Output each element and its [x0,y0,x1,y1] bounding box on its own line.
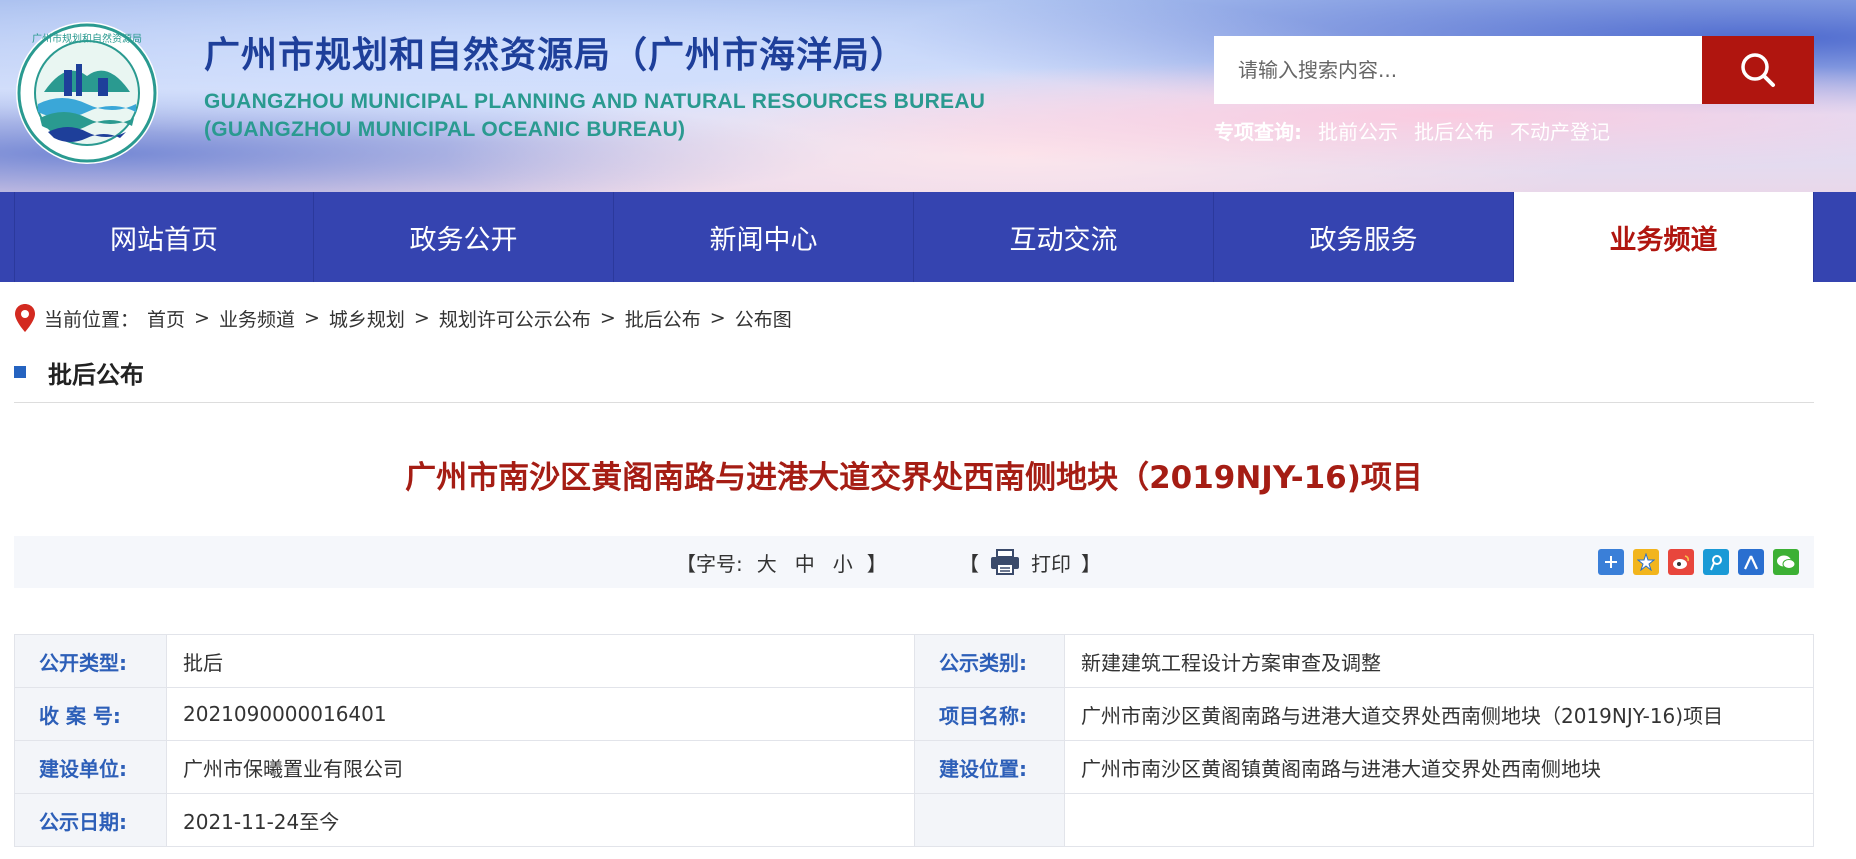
nav-item-news-center[interactable]: 新闻中心 [614,192,914,282]
breadcrumb-publication-map[interactable]: 公布图 [735,305,792,332]
print-label: 打印 [1031,551,1071,576]
value-construction-location: 广州市南沙区黄阁镇黄阁南路与进港大道交界处西南侧地块 [1064,740,1814,794]
label-case-number: 收 案 号: [14,687,167,741]
font-size-large[interactable]: 大 [757,548,777,577]
breadcrumb-separator: > [709,307,726,329]
svg-text:广州市规划和自然资源局: 广州市规划和自然资源局 [32,32,142,45]
breadcrumb-home[interactable]: 首页 [147,305,185,332]
weibo-icon[interactable] [1668,549,1694,575]
divider [14,402,1814,403]
breadcrumb-separator: > [599,307,616,329]
article-title: 广州市南沙区黄阁南路与进港大道交界处西南侧地块（2019NJY-16)项目 [405,460,1423,496]
search-button[interactable] [1702,36,1814,104]
value-publicity-category: 新建建筑工程设计方案审查及调整 [1064,634,1814,688]
bureau-logo-icon[interactable]: 广州市规划和自然资源局 [14,20,160,166]
table-row: 公开类型: 批后 公示类别: 新建建筑工程设计方案审查及调整 [14,634,1814,688]
font-size-close-bracket: 】 [866,551,887,576]
breadcrumb-post-publication[interactable]: 批后公布 [625,305,701,332]
share-bar [1598,549,1799,575]
breadcrumb-separator: > [194,307,210,329]
search-input[interactable] [1214,36,1702,104]
value-construction-unit: 广州市保曦置业有限公司 [166,740,915,794]
font-size-label: 【字号: [676,551,743,576]
label-empty [914,793,1065,847]
breadcrumb-separator: > [413,307,430,329]
more-share-icon[interactable] [1598,549,1624,575]
print-open-bracket: 【 [959,551,979,576]
site-title-en-line1: GUANGZHOU MUNICIPAL PLANNING AND NATURAL… [204,90,986,113]
article-toolbar: 【字号: 大 中 小 】 【 打印 】 [14,536,1814,588]
font-size-control: 【字号: 大 中 小 】 [676,536,887,588]
breadcrumb-separator: > [303,307,320,329]
nav-item-government-services[interactable]: 政务服务 [1214,192,1514,282]
font-size-small[interactable]: 小 [833,548,853,577]
project-info-table: 公开类型: 批后 公示类别: 新建建筑工程设计方案审查及调整 收 案 号: 20… [14,634,1814,847]
site-title: 广州市规划和自然资源局（广州市海洋局） [204,35,908,76]
label-publicity-date: 公示日期: [14,793,167,847]
site-title-en: GUANGZHOU MUNICIPAL PLANNING AND NATURAL… [204,88,985,144]
printer-icon [991,549,1019,575]
value-disclosure-type: 批后 [166,634,915,688]
section-title: 批后公布 [48,360,144,389]
breadcrumb-urban-rural-planning[interactable]: 城乡规划 [329,305,405,332]
quick-link-post-publication[interactable]: 批后公布 [1414,116,1494,145]
site-header: 广州市规划和自然资源局 广州市规划和自然资源局（广州市海洋局） GUANGZHO… [0,0,1856,192]
quick-link-real-estate[interactable]: 不动产登记 [1510,116,1610,145]
wechat-icon[interactable] [1773,549,1799,575]
font-size-medium[interactable]: 中 [795,548,815,577]
table-row: 建设单位: 广州市保曦置业有限公司 建设位置: 广州市南沙区黄阁镇黄阁南路与进港… [14,740,1814,794]
print-button[interactable]: 【 打印 】 [959,536,1101,588]
print-close-bracket: 】 [1081,551,1101,576]
breadcrumb-prefix: 当前位置： [44,308,140,331]
search-icon [1741,53,1775,87]
value-publicity-date: 2021-11-24至今 [166,793,915,847]
renren-icon[interactable] [1738,549,1764,575]
nav-item-government-affairs[interactable]: 政务公开 [314,192,614,282]
label-construction-unit: 建设单位: [14,740,167,794]
nav-item-home[interactable]: 网站首页 [14,192,314,282]
label-disclosure-type: 公开类型: [14,634,167,688]
section-marker [14,366,26,378]
table-row: 公示日期: 2021-11-24至今 [14,793,1814,847]
location-pin-icon [15,304,35,332]
value-case-number: 2021090000016401 [166,687,915,741]
label-construction-location: 建设位置: [914,740,1065,794]
site-title-en-line2: (GUANGZHOU MUNICIPAL OCEANIC BUREAU) [204,118,686,141]
quick-link-pre-publicity[interactable]: 批前公示 [1318,116,1398,145]
label-publicity-category: 公示类别: [914,634,1065,688]
nav-item-business-channel[interactable]: 业务频道 [1514,192,1814,282]
special-query-label: 专项查询: [1214,120,1302,144]
label-project-name: 项目名称: [914,687,1065,741]
main-nav: 网站首页 政务公开 新闻中心 互动交流 政务服务 业务频道 [0,192,1856,282]
section-heading: 批后公布 [14,352,144,392]
nav-item-interaction[interactable]: 互动交流 [914,192,1214,282]
breadcrumb-business-channel[interactable]: 业务频道 [219,305,295,332]
value-empty [1064,793,1814,847]
table-row: 收 案 号: 2021090000016401 项目名称: 广州市南沙区黄阁南路… [14,687,1814,741]
qzone-icon[interactable] [1633,549,1659,575]
breadcrumb-planning-permit[interactable]: 规划许可公示公布 [439,305,591,332]
value-project-name: 广州市南沙区黄阁南路与进港大道交界处西南侧地块（2019NJY-16)项目 [1064,687,1814,741]
special-query: 专项查询: 批前公示 批后公布 不动产登记 [1214,116,1610,145]
tencent-weibo-icon[interactable] [1703,549,1729,575]
breadcrumb: 当前位置： 首页 > 业务频道 > 城乡规划 > 规划许可公示公布 > 批后公布… [14,302,792,334]
